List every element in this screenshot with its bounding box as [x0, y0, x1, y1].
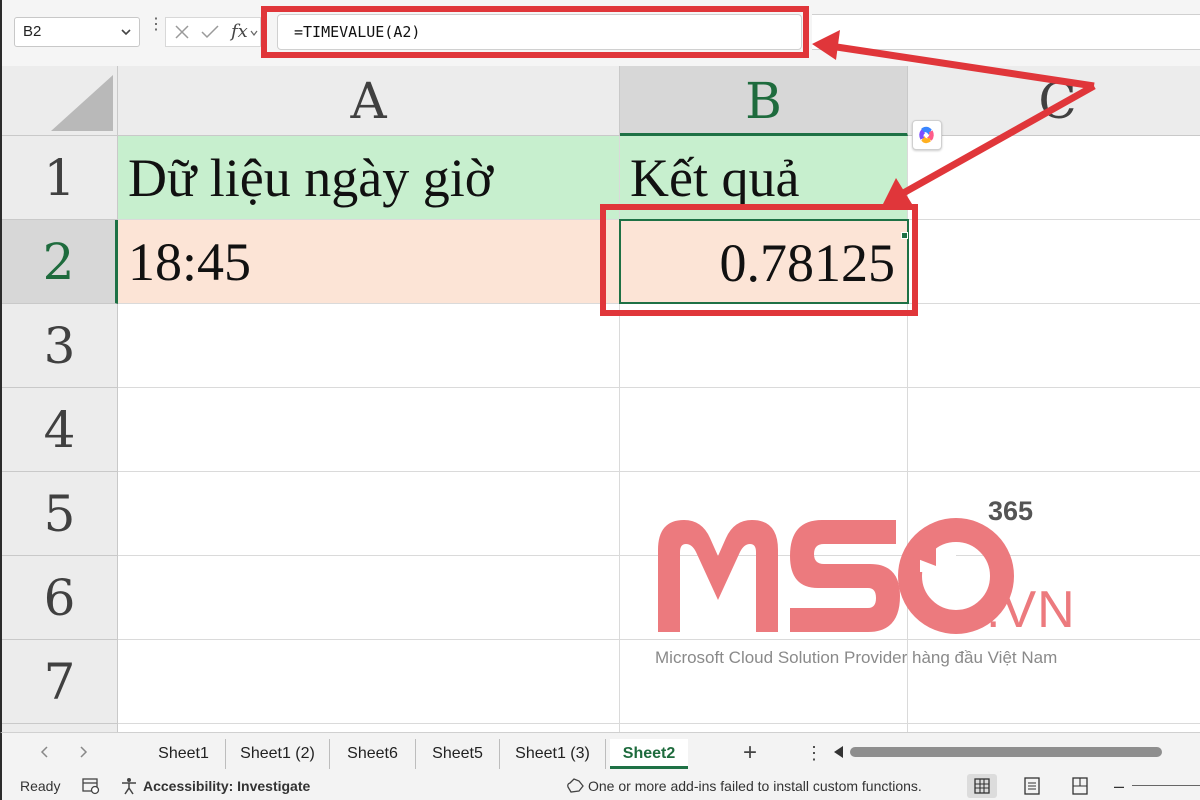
- copilot-icon[interactable]: [912, 120, 942, 150]
- cell-b4[interactable]: [620, 388, 908, 472]
- more-options-icon[interactable]: ⋮: [148, 17, 164, 42]
- cell-b8[interactable]: [620, 724, 908, 732]
- macro-recording-icon[interactable]: [82, 777, 100, 795]
- insert-function-button[interactable]: fx: [231, 21, 248, 42]
- sheet-tab-sheet6[interactable]: Sheet6: [330, 739, 416, 769]
- cell-a3[interactable]: [118, 304, 620, 388]
- page-break-view-icon[interactable]: [1065, 774, 1095, 798]
- cell-c4[interactable]: [908, 388, 1200, 472]
- sheet-tabs-bar: Sheet1 Sheet1 (2) Sheet6 Sheet5 Sheet1 (…: [0, 732, 1200, 772]
- sheet-tab-sheet1-2[interactable]: Sheet1 (2): [226, 739, 330, 769]
- sheet-tab-sheet2[interactable]: Sheet2: [610, 739, 688, 769]
- formula-buttons: fx: [165, 17, 261, 47]
- cell-c8[interactable]: [908, 724, 1200, 732]
- add-in-message[interactable]: One or more add-ins failed to install cu…: [588, 778, 922, 794]
- name-box-value: B2: [23, 23, 42, 40]
- horizontal-scrollbar-thumb[interactable]: [850, 747, 1162, 757]
- formula-input-extension[interactable]: [812, 14, 1200, 50]
- sheet-tab-sheet5[interactable]: Sheet5: [416, 739, 500, 769]
- row-header-1[interactable]: 1: [2, 136, 118, 220]
- cell-a7[interactable]: [118, 640, 620, 724]
- cell-a5[interactable]: [118, 472, 620, 556]
- status-bar: Ready Accessibility: Investigate One or …: [0, 772, 1200, 800]
- status-ready: Ready: [20, 778, 61, 794]
- row-header-5[interactable]: 5: [2, 472, 118, 556]
- sheet-tab-sheet1[interactable]: Sheet1: [142, 739, 226, 769]
- chevron-down-icon[interactable]: [120, 26, 132, 38]
- select-all-button[interactable]: [2, 66, 118, 136]
- sheet-tab-sheet1-3[interactable]: Sheet1 (3): [500, 739, 606, 769]
- scroll-left-arrow-icon[interactable]: [834, 746, 843, 758]
- row-header-6[interactable]: 6: [2, 556, 118, 640]
- watermark-caption: Microsoft Cloud Solution Provider hàng đ…: [655, 648, 1058, 667]
- more-sheets-icon[interactable]: ⋮: [805, 741, 823, 765]
- add-sheet-button[interactable]: +: [738, 739, 762, 767]
- zoom-slider[interactable]: [1132, 785, 1200, 786]
- cell-a6[interactable]: [118, 556, 620, 640]
- cell-a4[interactable]: [118, 388, 620, 472]
- cell-c1[interactable]: [908, 136, 1200, 220]
- cell-c2[interactable]: [909, 220, 1200, 304]
- row-header-4[interactable]: 4: [2, 388, 118, 472]
- row-header-2[interactable]: 2: [2, 220, 118, 304]
- cancel-icon[interactable]: [174, 24, 190, 40]
- column-header-c[interactable]: C: [908, 66, 1200, 136]
- row-header-7[interactable]: 7: [2, 640, 118, 724]
- row-header-8[interactable]: [2, 724, 118, 732]
- zoom-out-button[interactable]: –: [1114, 776, 1124, 797]
- page-layout-view-icon[interactable]: [1017, 774, 1047, 798]
- row-header-3[interactable]: 3: [2, 304, 118, 388]
- column-header-b[interactable]: B: [620, 66, 908, 136]
- check-icon[interactable]: [201, 24, 219, 40]
- formula-highlight-box: [261, 6, 809, 58]
- column-header-a[interactable]: A: [118, 66, 620, 136]
- watermark-superscript: 365: [988, 496, 1034, 526]
- name-box[interactable]: B2: [14, 17, 140, 47]
- scroll-tabs-right-icon[interactable]: [74, 743, 92, 761]
- cell-a8[interactable]: [118, 724, 620, 732]
- add-in-warning-icon: [567, 778, 584, 793]
- watermark-domain: .VN: [986, 581, 1076, 639]
- cell-a2[interactable]: 18:45: [118, 220, 620, 304]
- cell-a1[interactable]: Dữ liệu ngày giờ: [118, 136, 620, 220]
- cell-b3[interactable]: [620, 304, 908, 388]
- chevron-down-icon[interactable]: [250, 29, 258, 37]
- accessibility-icon[interactable]: [120, 777, 138, 795]
- result-highlight-box: [600, 204, 918, 316]
- cell-c3[interactable]: [908, 304, 1200, 388]
- scroll-tabs-left-icon[interactable]: [36, 743, 54, 761]
- normal-view-icon[interactable]: [967, 774, 997, 798]
- accessibility-status[interactable]: Accessibility: Investigate: [143, 778, 310, 794]
